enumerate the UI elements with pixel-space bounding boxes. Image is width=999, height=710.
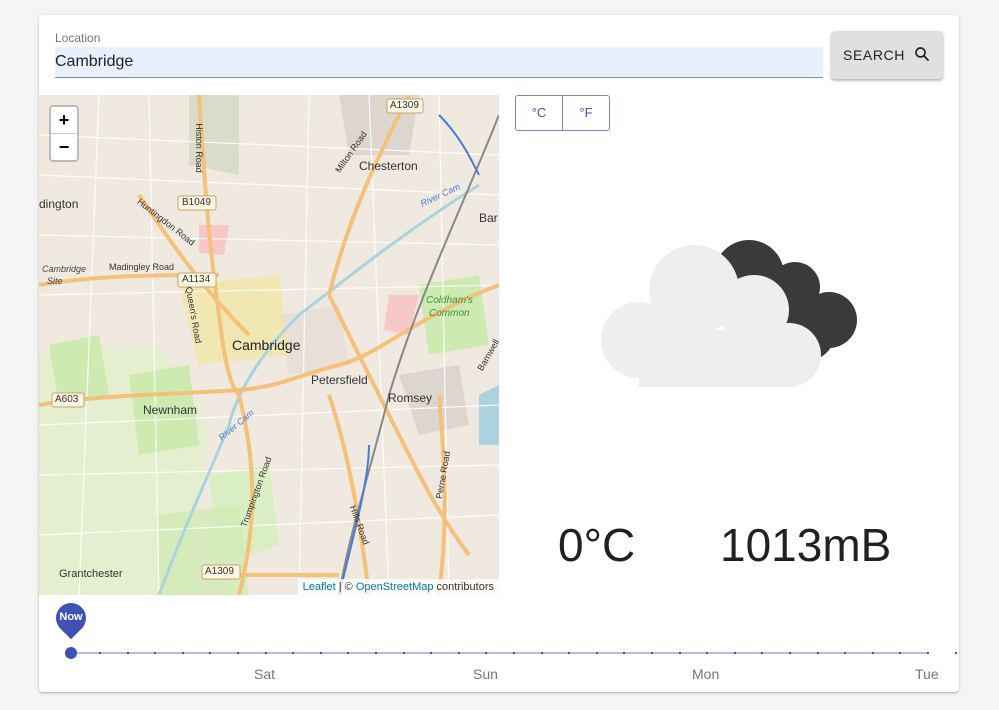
timeline-tick bbox=[402, 652, 405, 654]
timeline-tick bbox=[99, 652, 101, 654]
timeline-tick bbox=[595, 652, 598, 654]
timeline-tick bbox=[706, 652, 709, 654]
timeline-slider-thumb[interactable] bbox=[65, 647, 77, 659]
timeline-tick bbox=[816, 652, 819, 654]
timeline-tick bbox=[568, 652, 571, 654]
timeline-tick bbox=[375, 652, 377, 654]
search-button-label: SEARCH bbox=[843, 47, 905, 63]
map-label-a1309-top: A1309 bbox=[390, 100, 419, 111]
map-label-barnwell: Bar bbox=[479, 211, 498, 225]
attribution-contributors: contributors bbox=[433, 581, 494, 593]
map-label-romsey: Romsey bbox=[388, 391, 433, 405]
timeline-tick bbox=[844, 652, 847, 654]
timeline-tick bbox=[237, 652, 239, 654]
temperature-value: 0°C bbox=[558, 519, 636, 571]
zoom-out-button[interactable]: − bbox=[51, 134, 77, 160]
map-label-madingley-road: Madingley Road bbox=[109, 262, 175, 272]
location-input[interactable]: Cambridge bbox=[55, 47, 823, 78]
day-label-sat: Sat bbox=[254, 666, 276, 682]
timeline-tick bbox=[927, 652, 929, 654]
timeline-tick bbox=[871, 652, 874, 654]
timeline-tick bbox=[789, 652, 791, 654]
map-label-common: Common bbox=[429, 308, 470, 319]
timeline-tick bbox=[457, 652, 460, 654]
map-label-petersfield: Petersfield bbox=[311, 373, 368, 387]
map-zoom-control: + − bbox=[49, 105, 79, 162]
search-icon bbox=[913, 45, 931, 66]
timeline-track[interactable] bbox=[71, 652, 929, 654]
timeline-tick bbox=[678, 652, 681, 654]
fahrenheit-button[interactable]: °F bbox=[563, 96, 609, 130]
timeline-tick bbox=[485, 652, 488, 654]
timeline-tick bbox=[540, 652, 543, 654]
map-label-cambridge: Cambridge bbox=[232, 337, 301, 353]
timeline-tick bbox=[209, 652, 212, 654]
timeline-tick bbox=[623, 652, 626, 654]
map-label-coldhams: Coldham's bbox=[426, 295, 473, 306]
timeline-tick bbox=[733, 652, 736, 654]
location-value: Cambridge bbox=[55, 53, 134, 70]
leaflet-link[interactable]: Leaflet bbox=[303, 581, 336, 593]
weather-card: Location Cambridge SEARCH A1309 B1049 A1… bbox=[39, 15, 959, 692]
now-label: Now bbox=[59, 611, 83, 623]
map-label-a1134: A1134 bbox=[182, 274, 211, 285]
map-label-histon-road: Histon Road bbox=[193, 123, 204, 173]
attribution-separator: | © bbox=[335, 581, 356, 593]
map-label-b1049: B1049 bbox=[182, 197, 211, 208]
map-label-grantchester: Grantchester bbox=[59, 568, 123, 580]
openstreetmap-link[interactable]: OpenStreetMap bbox=[356, 581, 434, 593]
timeline-tick bbox=[954, 652, 957, 654]
map-label-a603: A603 bbox=[55, 394, 79, 405]
map-label-girton: dington bbox=[39, 197, 79, 211]
map[interactable]: A1309 B1049 A1134 A603 A1309 Chesterton … bbox=[39, 95, 499, 595]
map-label-chesterton: Chesterton bbox=[359, 159, 418, 173]
zoom-in-button[interactable]: + bbox=[51, 107, 77, 134]
day-label-sun: Sun bbox=[473, 666, 498, 682]
map-label-newnham: Newnham bbox=[143, 403, 198, 417]
timeline-tick bbox=[430, 652, 433, 654]
timeline-tick bbox=[513, 652, 515, 654]
timeline-tick bbox=[761, 652, 764, 654]
timeline-tick bbox=[347, 652, 350, 654]
map-label-site: Site bbox=[47, 276, 63, 286]
map-attribution: Leaflet | © OpenStreetMap contributors bbox=[297, 579, 499, 595]
timeline-tick bbox=[292, 652, 295, 654]
timeline-tick bbox=[651, 652, 653, 654]
day-label-tue: Tue bbox=[915, 666, 939, 682]
timeline-tick bbox=[264, 652, 267, 654]
map-label-cambridge-site: Cambridge bbox=[42, 264, 87, 274]
map-label-a1309-bottom: A1309 bbox=[205, 566, 234, 577]
search-button[interactable]: SEARCH bbox=[831, 31, 943, 79]
timeline-tick bbox=[154, 652, 157, 654]
unit-toggle: °C °F bbox=[515, 95, 610, 131]
timeline-tick bbox=[181, 652, 184, 654]
celsius-button[interactable]: °C bbox=[516, 96, 563, 130]
timeline-tick bbox=[899, 652, 902, 654]
pressure-value: 1013mB bbox=[720, 519, 892, 571]
timeline-tick bbox=[126, 652, 129, 654]
timeline-tick bbox=[319, 652, 322, 654]
day-label-mon: Mon bbox=[692, 666, 720, 682]
location-label: Location bbox=[55, 31, 101, 45]
partly-cloudy-night-icon bbox=[599, 230, 869, 405]
